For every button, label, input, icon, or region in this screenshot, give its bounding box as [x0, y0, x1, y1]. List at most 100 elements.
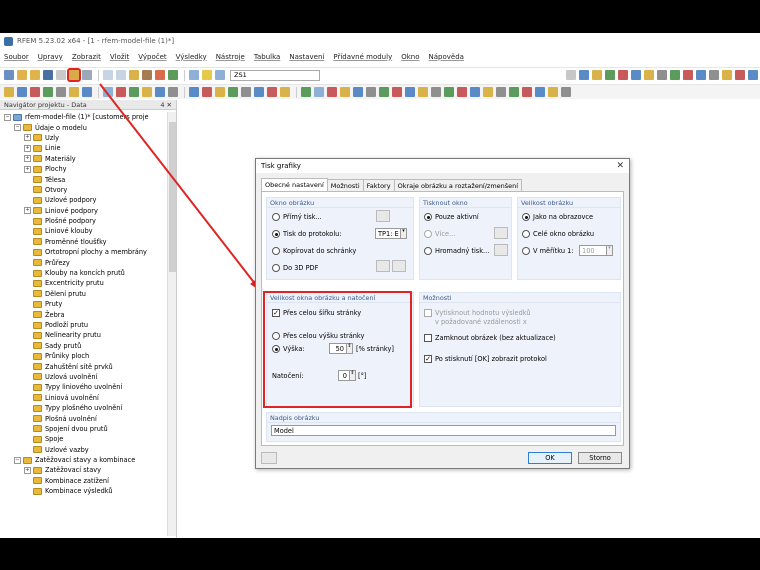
tool-icon[interactable]: [709, 70, 719, 80]
tree-item[interactable]: Dělení prutu: [0, 289, 176, 299]
pdf-options-icon[interactable]: [392, 260, 406, 272]
tool-icon[interactable]: [592, 70, 602, 80]
dialog-tab[interactable]: Okraje obrázku a roztažení/zmenšení: [393, 179, 523, 191]
preview-icon[interactable]: [82, 70, 92, 80]
cancel-button[interactable]: Storno: [578, 452, 622, 464]
tool-icon[interactable]: [202, 87, 212, 97]
tree-item[interactable]: Ortotropní plochy a membrány: [0, 247, 176, 257]
tool-icon[interactable]: [470, 87, 480, 97]
expand-toggle-icon[interactable]: −: [4, 113, 11, 121]
tool-icon[interactable]: [431, 87, 441, 97]
tree-item[interactable]: Žebra: [0, 309, 176, 319]
tool-icon[interactable]: [267, 87, 277, 97]
tool-icon[interactable]: [155, 70, 165, 80]
menu-item[interactable]: Přídavné moduly: [333, 53, 392, 61]
multiple-settings-icon[interactable]: [494, 227, 508, 239]
tree-item[interactable]: Pruty: [0, 299, 176, 309]
tool-icon[interactable]: [405, 87, 415, 97]
tree-item[interactable]: Nelinearity prutu: [0, 330, 176, 340]
radio-multiple[interactable]: Více...: [424, 230, 455, 238]
tool-icon[interactable]: [228, 87, 238, 97]
open-icon[interactable]: [17, 70, 27, 80]
tool-icon[interactable]: [670, 70, 680, 80]
expand-toggle-icon[interactable]: +: [24, 466, 31, 474]
check-print-result-value[interactable]: Vytisknout hodnotu výsledků: [424, 309, 531, 317]
tool-icon[interactable]: [155, 87, 165, 97]
caption-input[interactable]: Model: [271, 425, 616, 436]
tool-icon[interactable]: [618, 70, 628, 80]
tool-icon[interactable]: [280, 87, 290, 97]
radio-full-window[interactable]: Celé okno obrázku: [522, 230, 594, 238]
dialog-tab[interactable]: Obecné nastavení: [261, 178, 328, 191]
dialog-tab[interactable]: Možnosti: [326, 179, 364, 191]
tool-icon[interactable]: [129, 87, 139, 97]
print-graphic-icon[interactable]: [67, 68, 81, 82]
tool-icon[interactable]: [535, 87, 545, 97]
menu-item[interactable]: Nápověda: [429, 53, 464, 61]
tool-icon[interactable]: [566, 70, 576, 80]
tree-item[interactable]: Typy liniového uvolnění: [0, 382, 176, 392]
tool-icon[interactable]: [353, 87, 363, 97]
tool-icon[interactable]: [683, 70, 693, 80]
tool-icon[interactable]: [129, 70, 139, 80]
tool-icon[interactable]: [189, 70, 199, 80]
tool-icon[interactable]: [168, 87, 178, 97]
tree-item[interactable]: − Údaje o modelu: [0, 122, 176, 132]
tool-icon[interactable]: [82, 87, 92, 97]
tree-item[interactable]: Liniové klouby: [0, 226, 176, 236]
load-case-select[interactable]: ZS1: [230, 69, 320, 81]
radio-copy-clipboard[interactable]: Kopírovat do schránky: [272, 247, 356, 255]
tree-item[interactable]: + Linie: [0, 143, 176, 153]
tree-item[interactable]: Kombinace zatížení: [0, 476, 176, 486]
radio-3d-pdf[interactable]: Do 3D PDF: [272, 264, 318, 272]
menu-item[interactable]: Soubor: [4, 53, 29, 61]
tool-icon[interactable]: [4, 87, 14, 97]
redo-icon[interactable]: [116, 70, 126, 80]
scrollbar-thumb[interactable]: [169, 122, 176, 272]
tool-icon[interactable]: [215, 87, 225, 97]
batch-settings-icon[interactable]: [494, 244, 508, 256]
tree-item[interactable]: Uzlové podpory: [0, 195, 176, 205]
tree-item[interactable]: Uzlové vazby: [0, 445, 176, 455]
tool-icon[interactable]: [631, 70, 641, 80]
tree-item[interactable]: + Plochy: [0, 164, 176, 174]
tool-icon[interactable]: [444, 87, 454, 97]
tool-icon[interactable]: [241, 87, 251, 97]
tool-icon[interactable]: [142, 87, 152, 97]
tree-item[interactable]: Excentricity prutu: [0, 278, 176, 288]
tool-icon[interactable]: [69, 87, 79, 97]
tool-icon[interactable]: [202, 70, 212, 80]
menu-item[interactable]: Upravy: [38, 53, 63, 61]
tool-icon[interactable]: [103, 87, 113, 97]
tool-icon[interactable]: [327, 87, 337, 97]
tree-item[interactable]: Sady prutů: [0, 341, 176, 351]
save-icon[interactable]: [43, 70, 53, 80]
tool-icon[interactable]: [548, 87, 558, 97]
undo-icon[interactable]: [103, 70, 113, 80]
tool-icon[interactable]: [379, 87, 389, 97]
chevron-down-icon[interactable]: ▾: [607, 245, 613, 256]
expand-toggle-icon[interactable]: −: [14, 124, 21, 132]
help-icon[interactable]: [261, 452, 277, 464]
tool-icon[interactable]: [43, 87, 53, 97]
open-folder-icon[interactable]: [30, 70, 40, 80]
tool-icon[interactable]: [17, 87, 27, 97]
menu-item[interactable]: Okno: [401, 53, 419, 61]
tree-item[interactable]: Plošné podpory: [0, 216, 176, 226]
tool-icon[interactable]: [116, 87, 126, 97]
tree-item[interactable]: Plošná uvolnění: [0, 413, 176, 423]
ok-button[interactable]: OK: [528, 452, 572, 464]
tree-item[interactable]: Uzlová uvolnění: [0, 372, 176, 382]
radio-active-only[interactable]: Pouze aktivní: [424, 213, 479, 221]
tool-icon[interactable]: [30, 87, 40, 97]
tree-item[interactable]: Liniová uvolnění: [0, 393, 176, 403]
new-icon[interactable]: [4, 70, 14, 80]
tool-icon[interactable]: [561, 87, 571, 97]
expand-toggle-icon[interactable]: +: [24, 165, 31, 173]
tree-item[interactable]: + Materiály: [0, 154, 176, 164]
tool-icon[interactable]: [579, 70, 589, 80]
radio-print-to-protocol[interactable]: Tisk do protokolu:: [272, 230, 342, 238]
navigator-scrollbar[interactable]: [167, 112, 176, 536]
tree-item[interactable]: Otvory: [0, 185, 176, 195]
tool-icon[interactable]: [168, 70, 178, 80]
